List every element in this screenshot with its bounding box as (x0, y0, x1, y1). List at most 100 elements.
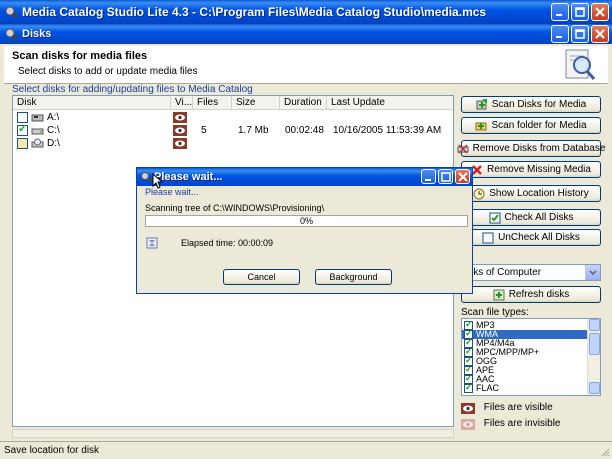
maximize-button[interactable] (571, 3, 589, 21)
column-header-files[interactable]: Files (193, 96, 232, 110)
file-type-scrollbar[interactable] (587, 319, 600, 395)
column-header-size[interactable]: Size (232, 96, 280, 110)
close-icon (457, 171, 468, 182)
remove-disks-label: Remove Disks from Database (472, 143, 606, 154)
visible-eye-icon (173, 125, 187, 136)
maximize-icon (575, 7, 585, 17)
minimize-icon (556, 14, 562, 16)
disks-maximize-button[interactable] (571, 25, 589, 43)
disks-window-icon (5, 28, 17, 40)
scan-file-types-label: Scan file types: (461, 307, 529, 318)
page-header: Scan disks for media files Select disks … (4, 46, 608, 84)
history-icon (473, 188, 485, 199)
disk-list-header: Disk Vi... Files Size Duration Last Upda… (13, 96, 453, 110)
close-icon (595, 29, 605, 39)
file-type-list[interactable]: MP3 WMA MP4/M4a MPC/MPP/MP+ OGG APE AAC … (461, 318, 601, 396)
app-titlebar[interactable]: Media Catalog Studio Lite 4.3 - C:\Progr… (0, 0, 612, 24)
status-text: Save location for disk (4, 445, 100, 456)
add-icon (476, 98, 487, 109)
mouse-cursor-icon (152, 173, 164, 189)
column-header-last-update[interactable]: Last Update (327, 96, 453, 110)
scan-folder-label: Scan folder for Media (491, 120, 587, 131)
refresh-icon (493, 289, 505, 300)
disks-close-button[interactable] (591, 25, 609, 43)
view-select-dropdown[interactable] (585, 265, 600, 280)
please-wait-dialog[interactable]: Please wait... Please wait... Scanning t… (136, 167, 473, 294)
visible-eye-icon (173, 112, 187, 123)
minimize-button[interactable] (551, 3, 569, 21)
column-header-disk[interactable]: Disk (13, 96, 171, 110)
scroll-thumb[interactable] (589, 333, 600, 355)
show-history-label: Show Location History (489, 188, 589, 199)
refresh-disks-button[interactable]: Refresh disks (461, 286, 601, 303)
scan-disks-label: Scan Disks for Media (491, 99, 587, 110)
elapsed-time: Elapsed time: 00:00:09 (181, 238, 274, 248)
scroll-up-button[interactable] (589, 319, 600, 331)
disk-checkbox[interactable] (17, 112, 28, 123)
resize-grip-icon[interactable] (600, 447, 610, 457)
remove-disk-icon (457, 143, 469, 154)
page-title: Scan disks for media files (12, 50, 148, 62)
background-button[interactable]: Background (315, 269, 392, 285)
table-row[interactable]: D:\ (13, 137, 453, 150)
list-item[interactable]: FLAC (462, 383, 588, 393)
remove-missing-button[interactable]: Remove Missing Media (461, 161, 601, 178)
check-all-label: Check All Disks (504, 212, 574, 223)
uncheck-all-label: UnCheck All Disks (498, 232, 580, 243)
disk-last-update: 10/16/2005 11:53:39 AM (333, 125, 442, 136)
disks-title: Disks (22, 28, 52, 40)
disks-titlebar[interactable]: Disks (0, 24, 612, 44)
disk-name: A:\ (47, 112, 60, 123)
app-icon (5, 6, 17, 18)
scanning-path: Scanning tree of C:\WINDOWS\Provisioning… (145, 203, 325, 213)
check-all-button[interactable]: Check All Disks (461, 209, 601, 226)
chevron-down-icon (589, 269, 597, 275)
dialog-titlebar[interactable]: Please wait... (137, 168, 472, 186)
dialog-minimize-button[interactable] (421, 169, 436, 184)
disks-minimize-button[interactable] (551, 25, 569, 43)
view-select-value: isks of Computer (466, 267, 542, 278)
disk-checkbox[interactable] (17, 123, 28, 136)
disk-name: D:\ (47, 138, 60, 149)
checkbox-empty-icon (482, 232, 494, 243)
file-type-checkbox[interactable] (464, 383, 473, 393)
scroll-down-button[interactable] (589, 382, 600, 394)
column-header-duration[interactable]: Duration (280, 96, 327, 110)
minimize-icon (424, 178, 431, 181)
show-history-button[interactable]: Show Location History (461, 185, 601, 202)
hourglass-icon (146, 237, 158, 249)
close-icon (595, 7, 605, 17)
scan-disks-button[interactable]: Scan Disks for Media (461, 96, 601, 113)
minimize-icon (556, 36, 562, 38)
checkbox-checked-icon (489, 212, 501, 223)
dialog-maximize-button[interactable] (438, 169, 453, 184)
cancel-button[interactable]: Cancel (223, 269, 300, 285)
column-header-visible[interactable]: Vi... (171, 96, 193, 110)
refresh-disks-label: Refresh disks (508, 289, 570, 300)
disk-size: 1.7 Mb (238, 125, 269, 136)
remove-disks-button[interactable]: Remove Disks from Database (457, 140, 605, 157)
dialog-close-button[interactable] (455, 169, 470, 184)
visible-eye-icon (173, 138, 187, 149)
app-title: Media Catalog Studio Lite 4.3 - C:\Progr… (22, 5, 487, 19)
page-subtitle: Select disks to add or update media file… (18, 66, 198, 77)
hard-drive-icon (31, 128, 44, 135)
uncheck-all-button[interactable]: UnCheck All Disks (461, 229, 601, 246)
table-row[interactable]: C:\ 5 1.7 Mb 00:02:48 10/16/2005 11:53:3… (13, 123, 453, 137)
cd-drive-icon (31, 138, 44, 148)
status-bar: Save location for disk (0, 441, 612, 459)
close-button[interactable] (591, 3, 609, 21)
visible-eye-icon (461, 403, 475, 414)
dialog-title: Please wait... (154, 171, 223, 183)
maximize-icon (575, 29, 585, 39)
view-select[interactable]: isks of Computer (461, 264, 601, 281)
legend-invisible-label: Files are invisible (483, 418, 561, 430)
remove-missing-label: Remove Missing Media (487, 164, 591, 175)
scan-folder-button[interactable]: Scan folder for Media (461, 117, 601, 134)
table-row[interactable]: A:\ (13, 111, 453, 124)
progress-percent: 0% (299, 216, 313, 226)
select-disks-label: Select disks for adding/updating files t… (12, 84, 253, 95)
disk-checkbox[interactable] (17, 138, 28, 149)
horizontal-scrollbar[interactable] (12, 429, 454, 438)
floppy-drive-icon (31, 114, 44, 122)
